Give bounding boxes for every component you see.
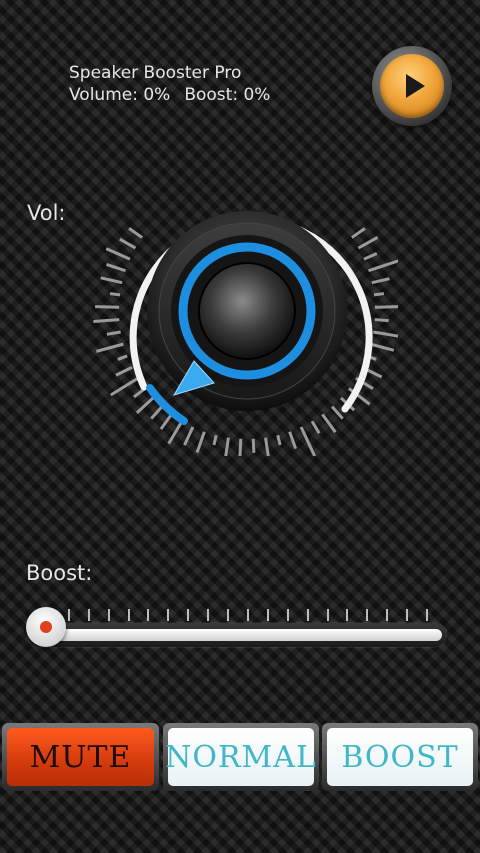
boost-scale-tick xyxy=(246,609,249,621)
volume-scale-tick xyxy=(119,237,137,250)
boost-scale-tick xyxy=(426,609,428,621)
volume-scale-tick xyxy=(93,318,120,323)
boost-scale-tick xyxy=(366,609,369,621)
boost-slider-track[interactable] xyxy=(28,623,446,647)
boost-scale-tick xyxy=(107,609,110,621)
volume-scale-tick xyxy=(368,259,400,273)
volume-scale-tick xyxy=(310,420,321,435)
status-header: Speaker Booster Pro Volume: 0% Boost: 0% xyxy=(69,62,270,106)
volume-scale-tick xyxy=(330,405,344,420)
volume-scale-tick xyxy=(299,426,316,457)
boost-scale-tick xyxy=(286,609,289,621)
volume-scale-tick xyxy=(95,342,124,353)
boost-scale-tick xyxy=(147,609,150,621)
boost-scale-tick xyxy=(406,609,409,621)
boost-scale-tick xyxy=(326,609,329,621)
boost-scale-tick xyxy=(346,609,349,621)
volume-scale-tick xyxy=(150,405,164,420)
boost-slider-thumb[interactable] xyxy=(26,607,66,647)
volume-scale-tick xyxy=(183,426,195,446)
volume-scale-tick xyxy=(95,305,120,309)
mute-button[interactable]: MUTE xyxy=(2,723,159,791)
boost-slider-fill xyxy=(32,629,442,641)
volume-scale-tick xyxy=(370,342,395,352)
volume-knob-graphic xyxy=(93,211,403,466)
volume-scale-tick xyxy=(276,434,282,446)
volume-scale-tick xyxy=(106,330,121,336)
boost-scale-tick xyxy=(207,609,210,621)
volume-scale-tick xyxy=(350,227,366,239)
boost-button-label: BOOST xyxy=(327,728,473,786)
normal-button-label: NORMAL xyxy=(165,728,316,786)
boost-button[interactable]: BOOST xyxy=(322,723,478,791)
volume-scale-tick xyxy=(321,413,337,434)
boost-scale-tick xyxy=(167,609,170,621)
boost-scale-tick xyxy=(227,609,230,621)
volume-scale-tick xyxy=(371,277,390,285)
volume-scale-tick xyxy=(373,330,400,338)
volume-scale-tick xyxy=(100,276,123,285)
volume-scale-tick xyxy=(195,431,206,453)
volume-scale-tick xyxy=(106,263,126,273)
boost-scale-tick xyxy=(266,609,269,621)
preset-buttons: MUTE NORMAL BOOST xyxy=(0,723,480,791)
normal-button[interactable]: NORMAL xyxy=(163,723,319,791)
boost-scale-tick xyxy=(67,609,70,621)
volume-scale-tick xyxy=(128,227,144,239)
play-icon xyxy=(406,74,425,98)
volume-scale-tick xyxy=(135,396,155,414)
boost-slider-dot xyxy=(40,621,52,633)
volume-scale-tick xyxy=(288,431,298,450)
volume-scale-tick xyxy=(212,434,218,446)
boost-scale-tick xyxy=(187,609,190,621)
status-line: Volume: 0% Boost: 0% xyxy=(69,84,270,106)
volume-scale-tick xyxy=(357,235,379,250)
volume-scale-tick xyxy=(373,292,385,297)
volume-scale-tick xyxy=(363,252,378,261)
volume-scale-tick xyxy=(105,247,131,261)
volume-scale-tick xyxy=(264,437,272,466)
volume-scale-tick xyxy=(238,438,243,465)
volume-scale-tick xyxy=(109,292,121,297)
boost-scale-tick xyxy=(386,609,389,621)
app-title: Speaker Booster Pro xyxy=(69,63,242,83)
boost-scale-tick xyxy=(127,609,130,621)
volume-scale-tick xyxy=(115,365,133,377)
mute-button-label: MUTE xyxy=(7,728,154,786)
boost-scale-tick xyxy=(306,609,309,621)
volume-scale-tick xyxy=(374,304,403,309)
volume-scale-tick xyxy=(167,420,184,445)
volume-status: Volume: 0% xyxy=(69,85,171,105)
boost-scale-tick xyxy=(87,609,90,621)
play-button-face xyxy=(380,54,444,118)
boost-status: Boost: 0% xyxy=(184,85,271,105)
play-button[interactable] xyxy=(372,46,452,126)
volume-label: Vol: xyxy=(27,201,66,225)
volume-scale-tick xyxy=(117,354,128,361)
volume-scale-tick xyxy=(374,318,389,323)
volume-scale-tick xyxy=(159,413,173,430)
volume-scale-tick xyxy=(110,376,139,397)
knob-cap xyxy=(198,262,296,360)
boost-scale-ticks xyxy=(48,609,428,621)
boost-label: Boost: xyxy=(26,561,93,585)
volume-scale-tick xyxy=(251,438,256,453)
volume-knob[interactable] xyxy=(88,176,403,466)
volume-scale-tick xyxy=(223,437,230,462)
